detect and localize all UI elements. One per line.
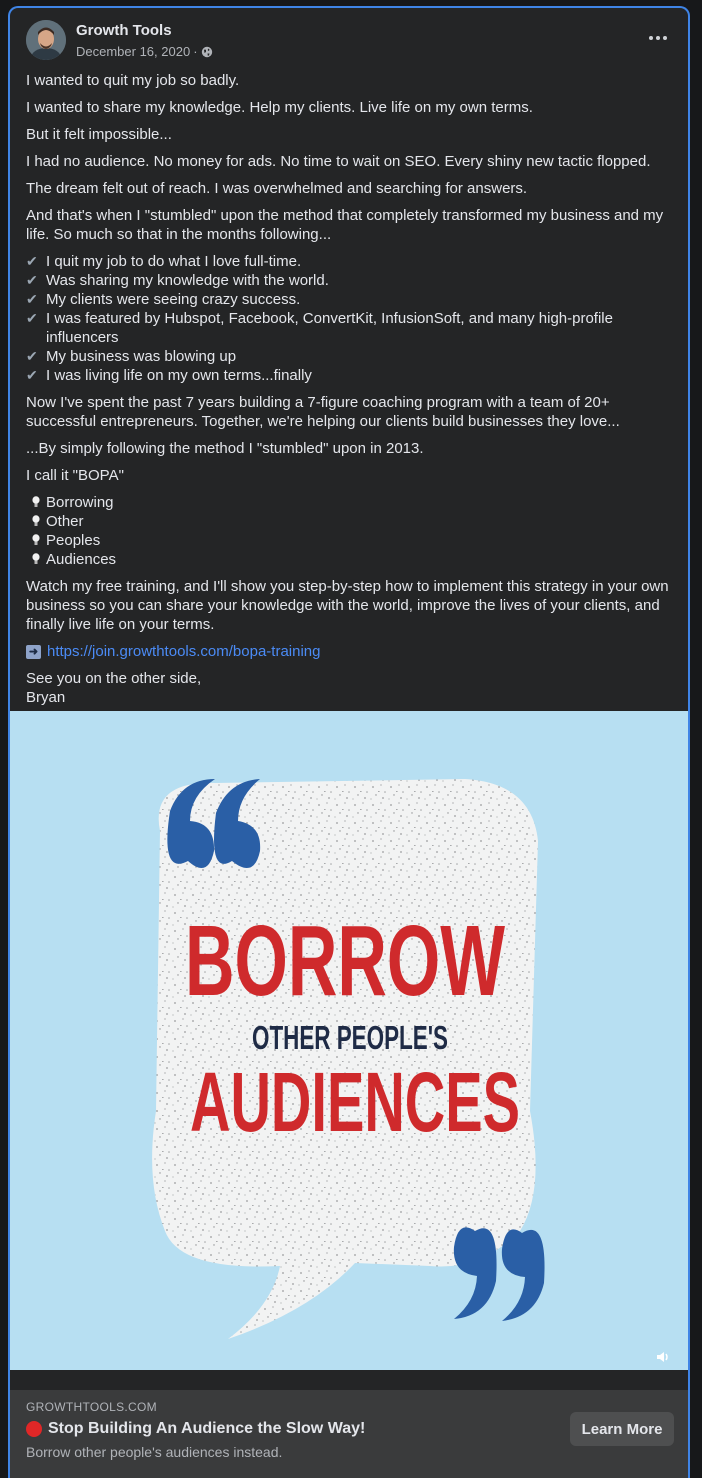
paragraph: Now I've spent the past 7 years building… [26, 394, 620, 430]
check-icon: ✔ [26, 310, 38, 326]
paragraph: The dream felt out of reach. I was overw… [26, 180, 528, 197]
lightbulb-icon [26, 493, 46, 512]
signoff-name: Bryan [26, 689, 66, 706]
paragraph: And that's when I "stumbled" upon the me… [26, 207, 664, 243]
avatar-image [26, 20, 66, 60]
acronym-text: Audiences [46, 551, 117, 568]
cta-description: Borrow other people's audiences instead. [26, 1444, 283, 1460]
more-options-icon[interactable] [644, 28, 672, 48]
cta-domain: GROWTHTOOLS.COM [26, 1400, 157, 1414]
paragraph: I wanted to share my knowledge. Help my … [26, 99, 533, 116]
lightbulb-icon [26, 512, 46, 531]
image-headline-borrow: BORROW [185, 905, 505, 1017]
meta-separator: · [193, 44, 198, 59]
checklist-text: My clients were seeing crazy success. [46, 291, 301, 308]
avatar[interactable] [26, 20, 66, 60]
check-icon: ✔ [26, 291, 38, 307]
checklist-text: I quit my job to do what I love full-tim… [46, 253, 302, 270]
globe-icon [201, 46, 212, 57]
acronym-item: Peoples [26, 531, 674, 550]
signoff-line: See you on the other side, [26, 670, 202, 687]
acronym-text: Peoples [46, 532, 101, 549]
acronym-item: Other [26, 512, 674, 531]
checklist-item: ✔ My clients were seeing crazy success. [26, 290, 674, 309]
acronym-item: Audiences [26, 550, 674, 569]
post-card: Growth Tools December 16, 2020 · I wante… [8, 6, 690, 1478]
checklist-text: Was sharing my knowledge with the world. [46, 272, 329, 289]
post-text: I wanted to quit my job so badly. I want… [26, 71, 674, 707]
check-icon: ✔ [26, 272, 38, 288]
checklist-text: I was featured by Hubspot, Facebook, Con… [46, 310, 613, 346]
link-preview-cta[interactable]: GROWTHTOOLS.COM Stop Building An Audienc… [10, 1390, 688, 1478]
paragraph: But it felt impossible... [26, 126, 172, 143]
sound-icon[interactable] [656, 1350, 672, 1364]
checklist-text: My business was blowing up [46, 348, 237, 365]
training-link[interactable]: https://join.growthtools.com/bopa-traini… [47, 642, 320, 661]
acronym-list: Borrowing Other Peoples Audiences [26, 493, 674, 569]
checklist-text: I was living life on my own terms...fina… [46, 367, 312, 384]
image-headline-audiences: AUDIENCES [190, 1055, 520, 1149]
lightbulb-icon [26, 531, 46, 550]
check-icon: ✔ [26, 253, 38, 269]
checklist-item: ✔ I was featured by Hubspot, Facebook, Co… [26, 309, 674, 347]
paragraph: I had no audience. No money for ads. No … [26, 153, 651, 170]
red-circle-icon [26, 1421, 42, 1437]
paragraph: Watch my free training, and I'll show yo… [26, 578, 669, 633]
check-icon: ✔ [26, 367, 38, 383]
lightbulb-icon [26, 550, 46, 569]
speech-bubble-graphic: BORROW OTHER PEOPLE'S AUDIENCES [152, 779, 545, 1339]
learn-more-button[interactable]: Learn More [570, 1412, 674, 1446]
post-image[interactable]: BORROW OTHER PEOPLE'S AUDIENCES [10, 711, 688, 1370]
check-icon: ✔ [26, 348, 38, 364]
cta-title-row: Stop Building An Audience the Slow Way! [26, 1420, 365, 1438]
acronym-item: Borrowing [26, 493, 674, 512]
page-name[interactable]: Growth Tools [76, 22, 172, 39]
paragraph: I call it "BOPA" [26, 467, 124, 484]
link-row: ➜ https://join.growthtools.com/bopa-trai… [26, 642, 674, 661]
post-date[interactable]: December 16, 2020 [76, 44, 190, 59]
checklist-item: ✔ My business was blowing up [26, 347, 674, 366]
post-meta: December 16, 2020 · [76, 44, 213, 59]
image-headline-other-peoples: OTHER PEOPLE'S [252, 1019, 448, 1056]
acronym-text: Other [46, 513, 84, 530]
checklist-item: ✔ I was living life on my own terms...fin… [26, 366, 674, 385]
paragraph: ...By simply following the method I "stu… [26, 440, 424, 457]
checklist: ✔ I quit my job to do what I love full-ti… [26, 252, 674, 385]
acronym-text: Borrowing [46, 494, 114, 511]
signoff: See you on the other side, Bryan [26, 669, 674, 707]
cta-title: Stop Building An Audience the Slow Way! [48, 1420, 366, 1437]
post-header: Growth Tools December 16, 2020 · [26, 20, 672, 64]
checklist-item: ✔ I quit my job to do what I love full-ti… [26, 252, 674, 271]
right-arrow-icon: ➜ [26, 644, 41, 659]
checklist-item: ✔ Was sharing my knowledge with the world… [26, 271, 674, 290]
paragraph: I wanted to quit my job so badly. [26, 72, 240, 89]
